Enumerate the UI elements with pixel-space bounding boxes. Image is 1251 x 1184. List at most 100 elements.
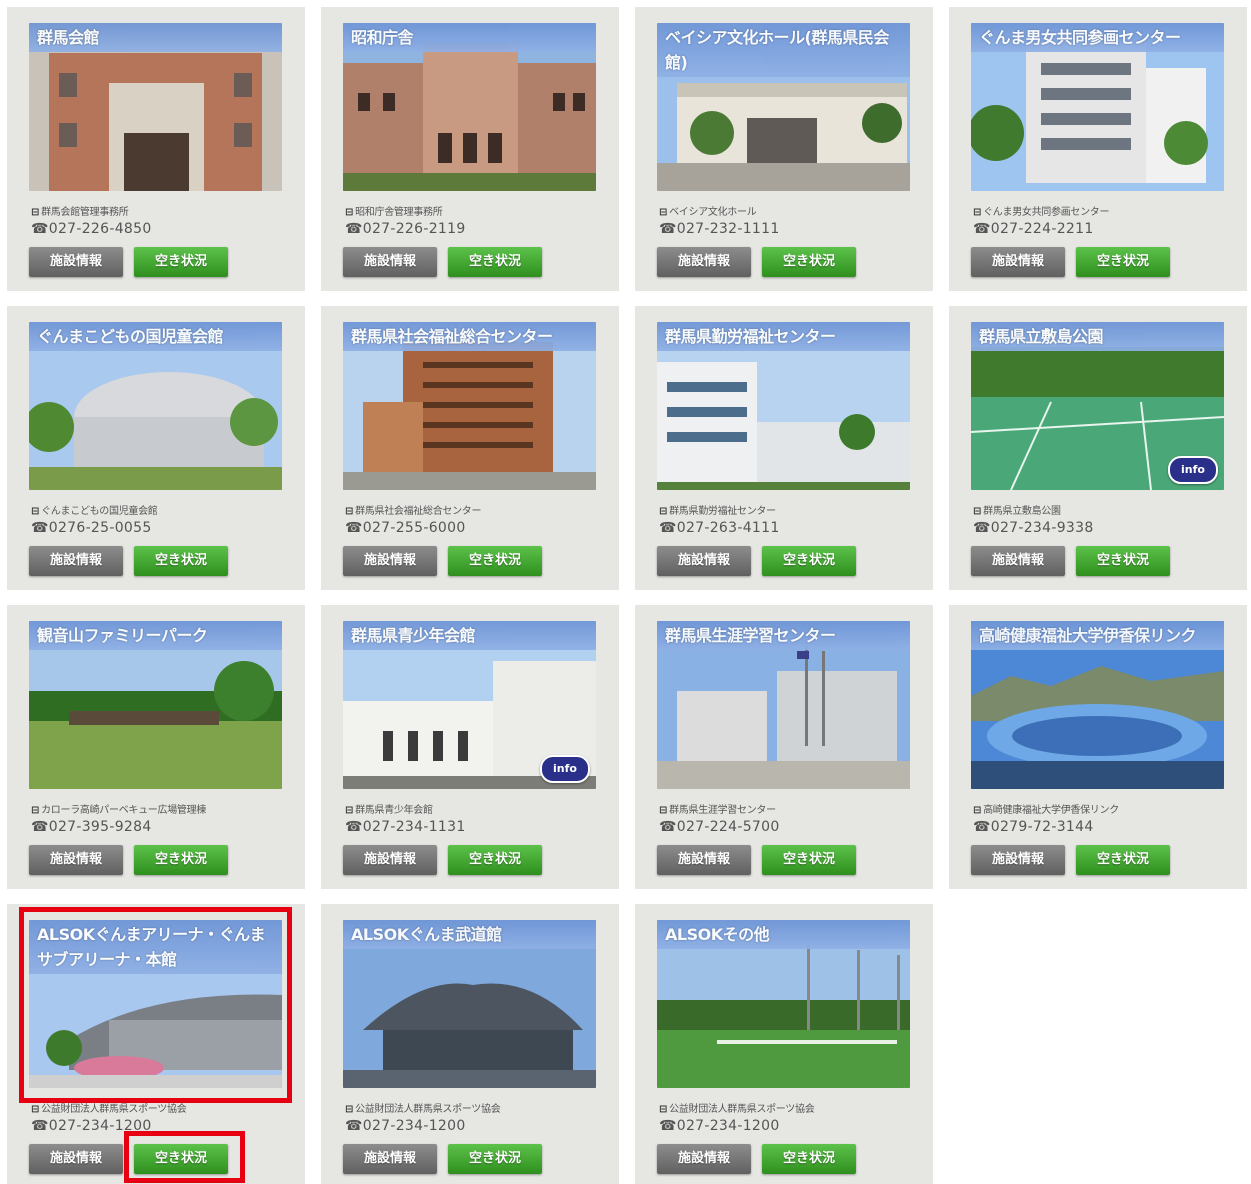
facility-photo[interactable]: ALSOKぐんまアリーナ・ぐんまサブアリーナ・本館 [29, 920, 282, 1088]
availability-button[interactable]: 空き状況 [762, 1144, 856, 1174]
availability-button[interactable]: 空き状況 [448, 546, 542, 576]
facility-photo[interactable]: 観音山ファミリーパーク [29, 621, 282, 789]
facility-phone-number: 027-234-1200 [676, 1118, 780, 1134]
facility-photo[interactable]: 群馬県立敷島公園 info [971, 322, 1224, 490]
availability-button[interactable]: 空き状況 [134, 845, 228, 875]
facility-owner: ⊟ 公益財団法人群馬県スポーツ協会 [345, 1100, 607, 1115]
facility-photo[interactable]: ALSOKその他 [657, 920, 910, 1088]
facility-info-button[interactable]: 施設情報 [29, 845, 123, 875]
facility-phone-number: 027-263-4111 [676, 520, 780, 536]
facility-owner-text: 群馬県社会福祉総合センター [355, 506, 482, 517]
facility-owner-text: カローラ高崎パーベキュー広場管理棟 [41, 805, 206, 816]
availability-button[interactable]: 空き状況 [134, 247, 228, 277]
facility-photo[interactable]: 群馬県社会福祉総合センター [343, 322, 596, 490]
facility-phone-number: 027-232-1111 [676, 221, 780, 237]
facility-phone: ☎027-234-1200 [659, 1118, 780, 1134]
facility-phone: ☎027-234-1131 [345, 819, 466, 835]
facility-info-button[interactable]: 施設情報 [971, 247, 1065, 277]
facility-info-button[interactable]: 施設情報 [657, 247, 751, 277]
facility-title: 昭和庁舎 [343, 23, 596, 52]
facility-photo[interactable]: 群馬県勤労福祉センター [657, 322, 910, 490]
availability-button[interactable]: 空き状況 [448, 845, 542, 875]
facility-owner-text: 群馬県生涯学習センター [669, 805, 776, 816]
availability-button[interactable]: 空き状況 [762, 845, 856, 875]
facility-owner: ⊟ 昭和庁舎管理事務所 [345, 203, 607, 218]
phone-icon: ☎ [345, 1118, 363, 1134]
availability-button[interactable]: 空き状況 [1076, 845, 1170, 875]
facility-owner-text: 高崎健康福祉大学伊香保リンク [983, 805, 1119, 816]
building-icon: ⊟ [345, 805, 354, 816]
building-icon: ⊟ [31, 207, 40, 218]
availability-button[interactable]: 空き状況 [762, 247, 856, 277]
facility-photo[interactable]: 昭和庁舎 [343, 23, 596, 191]
facility-info-button[interactable]: 施設情報 [343, 845, 437, 875]
facility-info-button[interactable]: 施設情報 [29, 546, 123, 576]
facility-photo[interactable]: 群馬県青少年会館 info [343, 621, 596, 789]
facility-card: ぐんまこどもの国児童会館 ⊟ ぐんまこどもの国児童会館 ☎0276-25-0055… [7, 306, 305, 590]
building-icon: ⊟ [31, 805, 40, 816]
facility-info-button[interactable]: 施設情報 [971, 845, 1065, 875]
facility-title: ぐんまこどもの国児童会館 [29, 322, 282, 351]
facility-photo[interactable]: ALSOKぐんま武道館 [343, 920, 596, 1088]
facility-info-button[interactable]: 施設情報 [971, 546, 1065, 576]
building-icon: ⊟ [345, 207, 354, 218]
facility-photo[interactable]: 群馬県生涯学習センター [657, 621, 910, 789]
facility-photo[interactable]: ベイシア文化ホール(群馬県民会館) [657, 23, 910, 191]
facility-info-button[interactable]: 施設情報 [657, 1144, 751, 1174]
building-icon: ⊟ [973, 506, 982, 517]
facility-card: ALSOKぐんま武道館 ⊟ 公益財団法人群馬県スポーツ協会 ☎027-234-12… [321, 904, 619, 1184]
facility-title: 群馬県社会福祉総合センター [343, 322, 596, 351]
facility-title: ALSOKぐんま武道館 [343, 920, 596, 949]
facility-card: ベイシア文化ホール(群馬県民会館) ⊟ ベイシア文化ホール ☎027-232-11… [635, 7, 933, 291]
availability-button[interactable]: 空き状況 [1076, 546, 1170, 576]
availability-button[interactable]: 空き状況 [134, 546, 228, 576]
facility-info-button[interactable]: 施設情報 [657, 546, 751, 576]
availability-button[interactable]: 空き状況 [762, 546, 856, 576]
facility-card: ぐんま男女共同参画センター ⊟ ぐんま男女共同参画センター ☎027-224-22… [949, 7, 1247, 291]
facility-owner-text: 群馬県立敷島公園 [983, 506, 1061, 517]
facility-title: 高崎健康福祉大学伊香保リンク [971, 621, 1224, 650]
facility-owner: ⊟ 群馬県社会福祉総合センター [345, 502, 607, 517]
availability-button[interactable]: 空き状況 [1076, 247, 1170, 277]
facility-info-button[interactable]: 施設情報 [657, 845, 751, 875]
facility-photo[interactable]: ぐんまこどもの国児童会館 [29, 322, 282, 490]
building-icon: ⊟ [973, 805, 982, 816]
facility-card: 高崎健康福祉大学伊香保リンク ⊟ 高崎健康福祉大学伊香保リンク ☎0279-72-… [949, 605, 1247, 889]
facility-phone-number: 027-234-9338 [990, 520, 1094, 536]
facility-card: ALSOKその他 ⊟ 公益財団法人群馬県スポーツ協会 ☎027-234-1200 … [635, 904, 933, 1184]
facility-info-button[interactable]: 施設情報 [29, 247, 123, 277]
phone-icon: ☎ [345, 819, 363, 835]
facility-owner: ⊟ 公益財団法人群馬県スポーツ協会 [659, 1100, 921, 1115]
facility-owner-text: 公益財団法人群馬県スポーツ協会 [355, 1104, 501, 1115]
facility-owner-text: 群馬県勤労福祉センター [669, 506, 776, 517]
info-badge[interactable]: info [1168, 456, 1218, 484]
facility-title: ALSOKその他 [657, 920, 910, 949]
facility-info-button[interactable]: 施設情報 [343, 546, 437, 576]
facility-owner: ⊟ 群馬会館管理事務所 [31, 203, 293, 218]
facility-phone: ☎027-224-5700 [659, 819, 780, 835]
facility-phone-number: 0276-25-0055 [48, 520, 152, 536]
facility-owner-text: 昭和庁舎管理事務所 [355, 207, 443, 218]
facility-owner: ⊟ 群馬県生涯学習センター [659, 801, 921, 816]
phone-icon: ☎ [659, 819, 677, 835]
facility-card: 群馬会館 ⊟ 群馬会館管理事務所 ☎027-226-4850 施設情報 空き状況 [7, 7, 305, 291]
phone-icon: ☎ [345, 221, 363, 237]
facility-owner-text: ぐんまこどもの国児童会館 [41, 506, 158, 517]
facility-info-button[interactable]: 施設情報 [343, 1144, 437, 1174]
facility-info-button[interactable]: 施設情報 [29, 1144, 123, 1174]
facility-phone-number: 027-224-5700 [676, 819, 780, 835]
availability-button[interactable]: 空き状況 [448, 1144, 542, 1174]
phone-icon: ☎ [973, 221, 991, 237]
facility-card: 昭和庁舎 ⊟ 昭和庁舎管理事務所 ☎027-226-2119 施設情報 空き状況 [321, 7, 619, 291]
facility-phone-number: 0279-72-3144 [990, 819, 1094, 835]
facility-photo[interactable]: ぐんま男女共同参画センター [971, 23, 1224, 191]
facility-phone-number: 027-226-2119 [362, 221, 466, 237]
facility-phone-number: 027-234-1200 [362, 1118, 466, 1134]
facility-phone: ☎027-232-1111 [659, 221, 780, 237]
facility-info-button[interactable]: 施設情報 [343, 247, 437, 277]
availability-button[interactable]: 空き状況 [448, 247, 542, 277]
availability-button[interactable]: 空き状況 [134, 1144, 228, 1174]
facility-photo[interactable]: 高崎健康福祉大学伊香保リンク [971, 621, 1224, 789]
info-badge[interactable]: info [540, 755, 590, 783]
facility-photo[interactable]: 群馬会館 [29, 23, 282, 191]
